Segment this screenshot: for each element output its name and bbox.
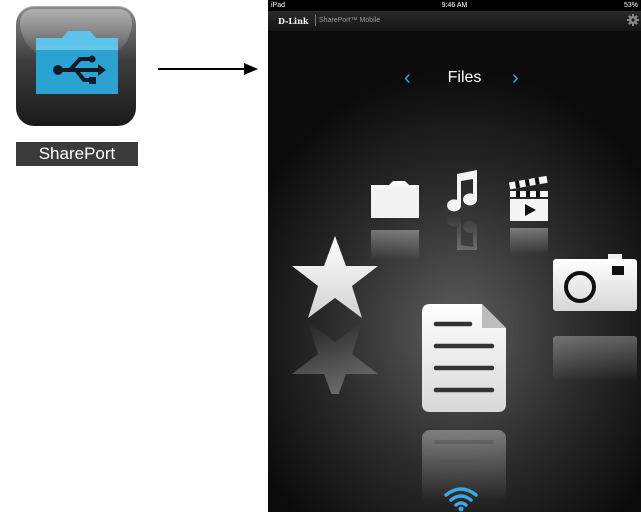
- music-note-icon[interactable]: [442, 170, 482, 250]
- brand-app-name: SharePort™ Mobile: [319, 17, 381, 24]
- star-icon[interactable]: [290, 234, 380, 394]
- right-arrow-icon: [158, 63, 258, 75]
- camera-icon[interactable]: [552, 254, 638, 394]
- document-icon[interactable]: [420, 302, 508, 502]
- status-bar: iPad 9:46 AM 53%: [268, 0, 641, 11]
- next-category-button[interactable]: ›: [512, 68, 519, 88]
- app-icon-label: SharePort: [16, 142, 138, 166]
- previous-category-button[interactable]: ‹: [404, 68, 411, 88]
- status-battery: 53%: [623, 2, 638, 9]
- category-nav: ‹ Files ›: [268, 66, 641, 94]
- brand-divider: [315, 15, 316, 26]
- settings-gear-icon[interactable]: [627, 14, 639, 26]
- category-title: Files: [447, 69, 482, 86]
- shareport-app-icon[interactable]: SharePort: [16, 6, 138, 166]
- status-time: 9:46 AM: [441, 2, 468, 9]
- usb-folder-icon: [36, 31, 118, 94]
- clapperboard-icon[interactable]: [508, 176, 552, 260]
- wifi-icon[interactable]: [443, 484, 479, 512]
- ipad-screen: iPad 9:46 AM 53% D-Link SharePort™ Mobil…: [268, 0, 641, 512]
- app-header: D-Link SharePort™ Mobile: [268, 11, 641, 31]
- brand-logo: D-Link: [278, 16, 309, 26]
